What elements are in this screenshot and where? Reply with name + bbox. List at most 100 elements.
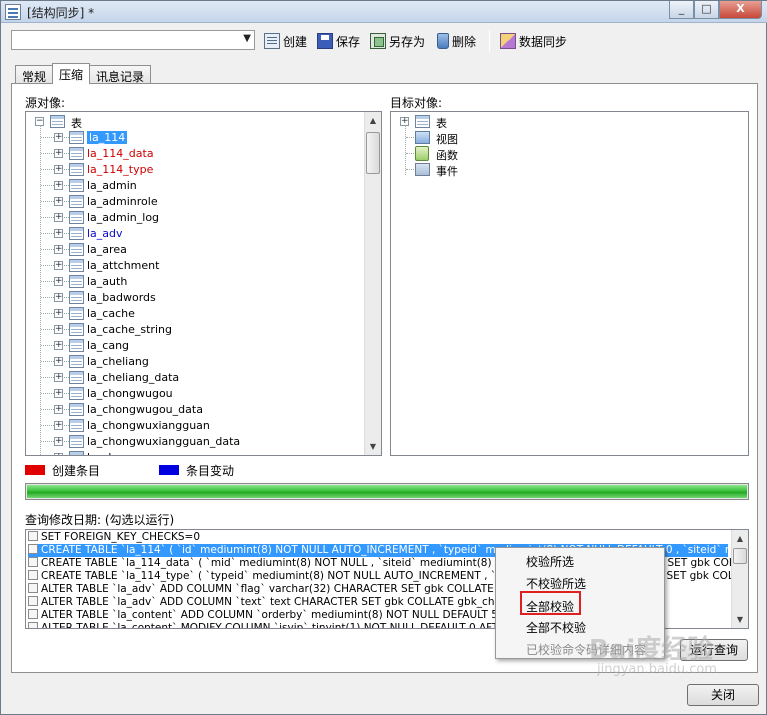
expand-icon[interactable]: + (54, 373, 63, 382)
app-icon (5, 4, 21, 20)
expand-icon[interactable]: + (54, 389, 63, 398)
delete-button[interactable]: 删除 (435, 31, 476, 51)
query-checkbox[interactable] (28, 570, 38, 580)
expand-icon[interactable]: + (54, 325, 63, 334)
target-item-table[interactable]: + 表 (391, 114, 748, 130)
tab-compress[interactable]: 压缩 (52, 63, 91, 84)
tab-message-log[interactable]: 讯息记录 (89, 65, 152, 84)
query-checkbox[interactable] (28, 531, 38, 541)
target-tree[interactable]: + 表 视图 函数 事件 (390, 111, 749, 456)
menu-item-uncheck-all[interactable]: 全部不校验 (526, 619, 586, 636)
target-item-label: 视图 (436, 133, 458, 146)
query-checkbox[interactable] (28, 596, 38, 606)
menu-item-uncheck-selected[interactable]: 不校验所选 (526, 575, 586, 592)
source-table-label: la_adv (87, 227, 123, 240)
expand-icon[interactable]: + (54, 357, 63, 366)
query-row[interactable]: SET FOREIGN_KEY_CHECKS=0 (28, 531, 728, 544)
tree-connector (406, 153, 414, 154)
table-icon (69, 355, 84, 368)
expand-icon[interactable]: + (54, 437, 63, 446)
tree-connector (41, 169, 54, 170)
query-scrollbar[interactable]: ▲ ▼ (731, 530, 748, 628)
create-icon (264, 33, 280, 49)
source-table-label: la_badwords (87, 291, 156, 304)
scroll-thumb[interactable] (366, 132, 380, 174)
table-icon (50, 115, 65, 128)
menu-item-check-selected[interactable]: 校验所选 (526, 553, 574, 570)
table-icon (69, 195, 84, 208)
profile-combo[interactable]: ▼ (11, 30, 255, 50)
tree-connector (41, 281, 54, 282)
event-icon (415, 163, 430, 176)
target-item-label: 事件 (436, 165, 458, 178)
tree-connector (41, 441, 54, 442)
chevron-down-icon[interactable]: ▼ (243, 33, 251, 44)
expand-icon[interactable]: + (54, 341, 63, 350)
scroll-thumb[interactable] (733, 548, 747, 564)
source-scrollbar[interactable]: ▲ ▼ (364, 112, 381, 455)
query-checkbox[interactable] (28, 557, 38, 567)
target-item-function[interactable]: 函数 (391, 146, 748, 162)
title-bar[interactable]: [结构同步] * _ □ X (1, 1, 767, 23)
window-controls: _ □ X (669, 1, 762, 19)
create-button[interactable]: 创建 (264, 31, 307, 51)
source-table-label: la_cache_string (87, 323, 172, 336)
function-icon (415, 146, 429, 161)
annotation-highlight-box (520, 591, 581, 615)
query-text: SET FOREIGN_KEY_CHECKS=0 (41, 531, 201, 543)
scroll-down-arrow-icon[interactable]: ▼ (365, 438, 381, 455)
tree-connector (406, 169, 414, 170)
table-icon (69, 419, 84, 432)
tree-connector (41, 249, 54, 250)
save-label: 保存 (336, 34, 361, 49)
expand-icon[interactable]: + (54, 229, 63, 238)
expand-icon[interactable]: + (54, 245, 63, 254)
query-checkbox[interactable] (28, 622, 38, 628)
expand-icon[interactable]: + (54, 421, 63, 430)
close-window-button[interactable]: X (719, 1, 762, 19)
table-icon (69, 307, 84, 320)
tree-connector (41, 425, 54, 426)
expand-icon[interactable]: + (54, 405, 63, 414)
table-icon (69, 323, 84, 336)
scroll-up-arrow-icon[interactable]: ▲ (365, 112, 381, 129)
source-table-label: la_chongwugou_data (87, 403, 203, 416)
save-as-button[interactable]: 另存为 (370, 31, 425, 51)
query-checkbox[interactable] (28, 583, 38, 593)
tree-connector (41, 297, 54, 298)
expand-icon[interactable]: + (54, 453, 63, 455)
tab-strip: 常规 压缩 讯息记录 (15, 63, 152, 84)
query-checkbox[interactable] (28, 544, 38, 554)
table-icon (69, 339, 84, 352)
save-as-icon (370, 33, 386, 49)
expand-icon[interactable]: + (54, 181, 63, 190)
expand-icon[interactable]: + (54, 277, 63, 286)
target-item-view[interactable]: 视图 (391, 130, 748, 146)
scroll-up-arrow-icon[interactable]: ▲ (732, 530, 748, 547)
expand-icon[interactable]: + (54, 309, 63, 318)
expand-icon[interactable]: + (54, 133, 63, 142)
close-button[interactable]: 关闭 (687, 684, 759, 706)
expand-icon[interactable]: + (54, 213, 63, 222)
minimize-button[interactable]: _ (669, 1, 694, 19)
expand-icon[interactable]: + (54, 261, 63, 270)
tree-root-label: 表 (71, 117, 82, 130)
target-item-event[interactable]: 事件 (391, 162, 748, 178)
expand-icon[interactable]: + (54, 197, 63, 206)
tree-connector (41, 329, 54, 330)
tab-general[interactable]: 常规 (15, 65, 54, 84)
table-icon (69, 227, 84, 240)
tree-connector (41, 185, 54, 186)
save-button[interactable]: 保存 (317, 31, 360, 51)
query-checkbox[interactable] (28, 609, 38, 619)
data-sync-button[interactable]: 数据同步 (500, 31, 567, 51)
data-sync-icon (500, 33, 516, 49)
expand-icon[interactable]: + (54, 165, 63, 174)
source-tree[interactable]: − 表 + la_114 + la_114_data + la_114_type + la_adm… (25, 111, 382, 456)
scroll-down-arrow-icon[interactable]: ▼ (732, 611, 748, 628)
table-icon (69, 147, 84, 160)
maximize-button[interactable]: □ (694, 1, 719, 19)
progress-bar (25, 483, 749, 500)
expand-icon[interactable]: + (54, 293, 63, 302)
expand-icon[interactable]: + (54, 149, 63, 158)
